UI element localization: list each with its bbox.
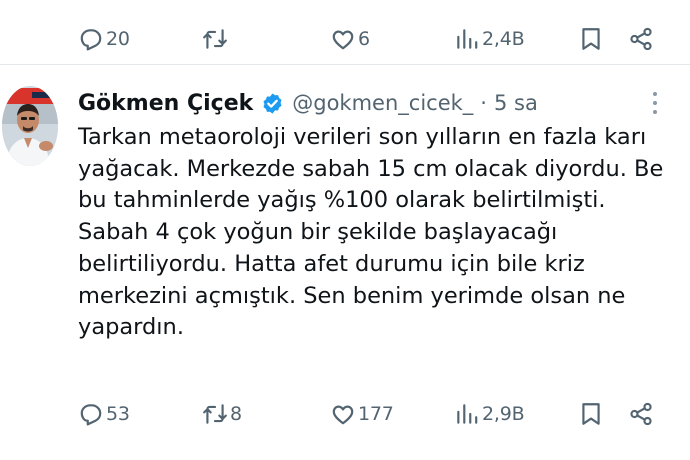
views-button[interactable]: 2,9B: [454, 394, 525, 434]
more-dot: [653, 92, 657, 96]
prev-like-count: 6: [358, 28, 370, 50]
prev-retweet-button[interactable]: [202, 19, 230, 59]
retweet-icon: [203, 29, 227, 49]
prev-views-button[interactable]: 2,4B: [454, 19, 525, 59]
prev-view-count: 2,4B: [482, 28, 525, 50]
more-dot: [653, 110, 657, 114]
prev-reply-button[interactable]: 20: [78, 19, 130, 59]
author-handle[interactable]: @gokmen_cicek_: [292, 91, 473, 115]
bookmark-icon: [582, 403, 600, 425]
avatar-photo: [2, 86, 58, 166]
share-button[interactable]: [628, 394, 654, 434]
tweet-text: Tarkan metaoroloji verileri son yılların…: [78, 124, 664, 341]
author-avatar[interactable]: [2, 86, 58, 166]
like-count: 177: [358, 403, 394, 425]
prev-share-button[interactable]: [628, 19, 654, 59]
view-count: 2,9B: [482, 403, 525, 425]
tweet-time[interactable]: 5 sa: [494, 91, 538, 115]
reply-icon: [80, 404, 102, 426]
author-name[interactable]: Gökmen Çiçek: [78, 91, 253, 116]
retweet-icon: [203, 404, 227, 424]
like-button[interactable]: 177: [330, 394, 394, 434]
bookmark-icon: [582, 28, 600, 50]
like-icon: [332, 30, 354, 50]
share-icon: [630, 402, 652, 426]
more-options-icon[interactable]: [648, 92, 662, 120]
prev-like-button[interactable]: 6: [330, 19, 370, 59]
views-icon: [457, 404, 478, 424]
tweet-actions: 53 8 177 2,9B: [0, 394, 690, 434]
reply-icon: [80, 29, 102, 51]
bookmark-button[interactable]: [578, 394, 604, 434]
retweet-count: 8: [230, 403, 242, 425]
tweet-header: Gökmen Çiçek @gokmen_cicek_ · 5 sa: [78, 86, 538, 120]
prev-reply-count: 20: [106, 28, 130, 50]
prev-bookmark-button[interactable]: [578, 19, 604, 59]
reply-count: 53: [106, 403, 130, 425]
retweet-button[interactable]: 8: [202, 394, 242, 434]
prev-tweet-actions: 20 6 2,4B: [0, 19, 690, 59]
reply-button[interactable]: 53: [78, 394, 130, 434]
header-separator: ·: [480, 91, 487, 115]
verified-badge-icon: [263, 92, 282, 114]
views-icon: [457, 29, 478, 49]
like-icon: [332, 405, 354, 425]
more-dot: [653, 101, 657, 105]
share-icon: [630, 27, 652, 51]
tweet-divider: [0, 64, 690, 65]
